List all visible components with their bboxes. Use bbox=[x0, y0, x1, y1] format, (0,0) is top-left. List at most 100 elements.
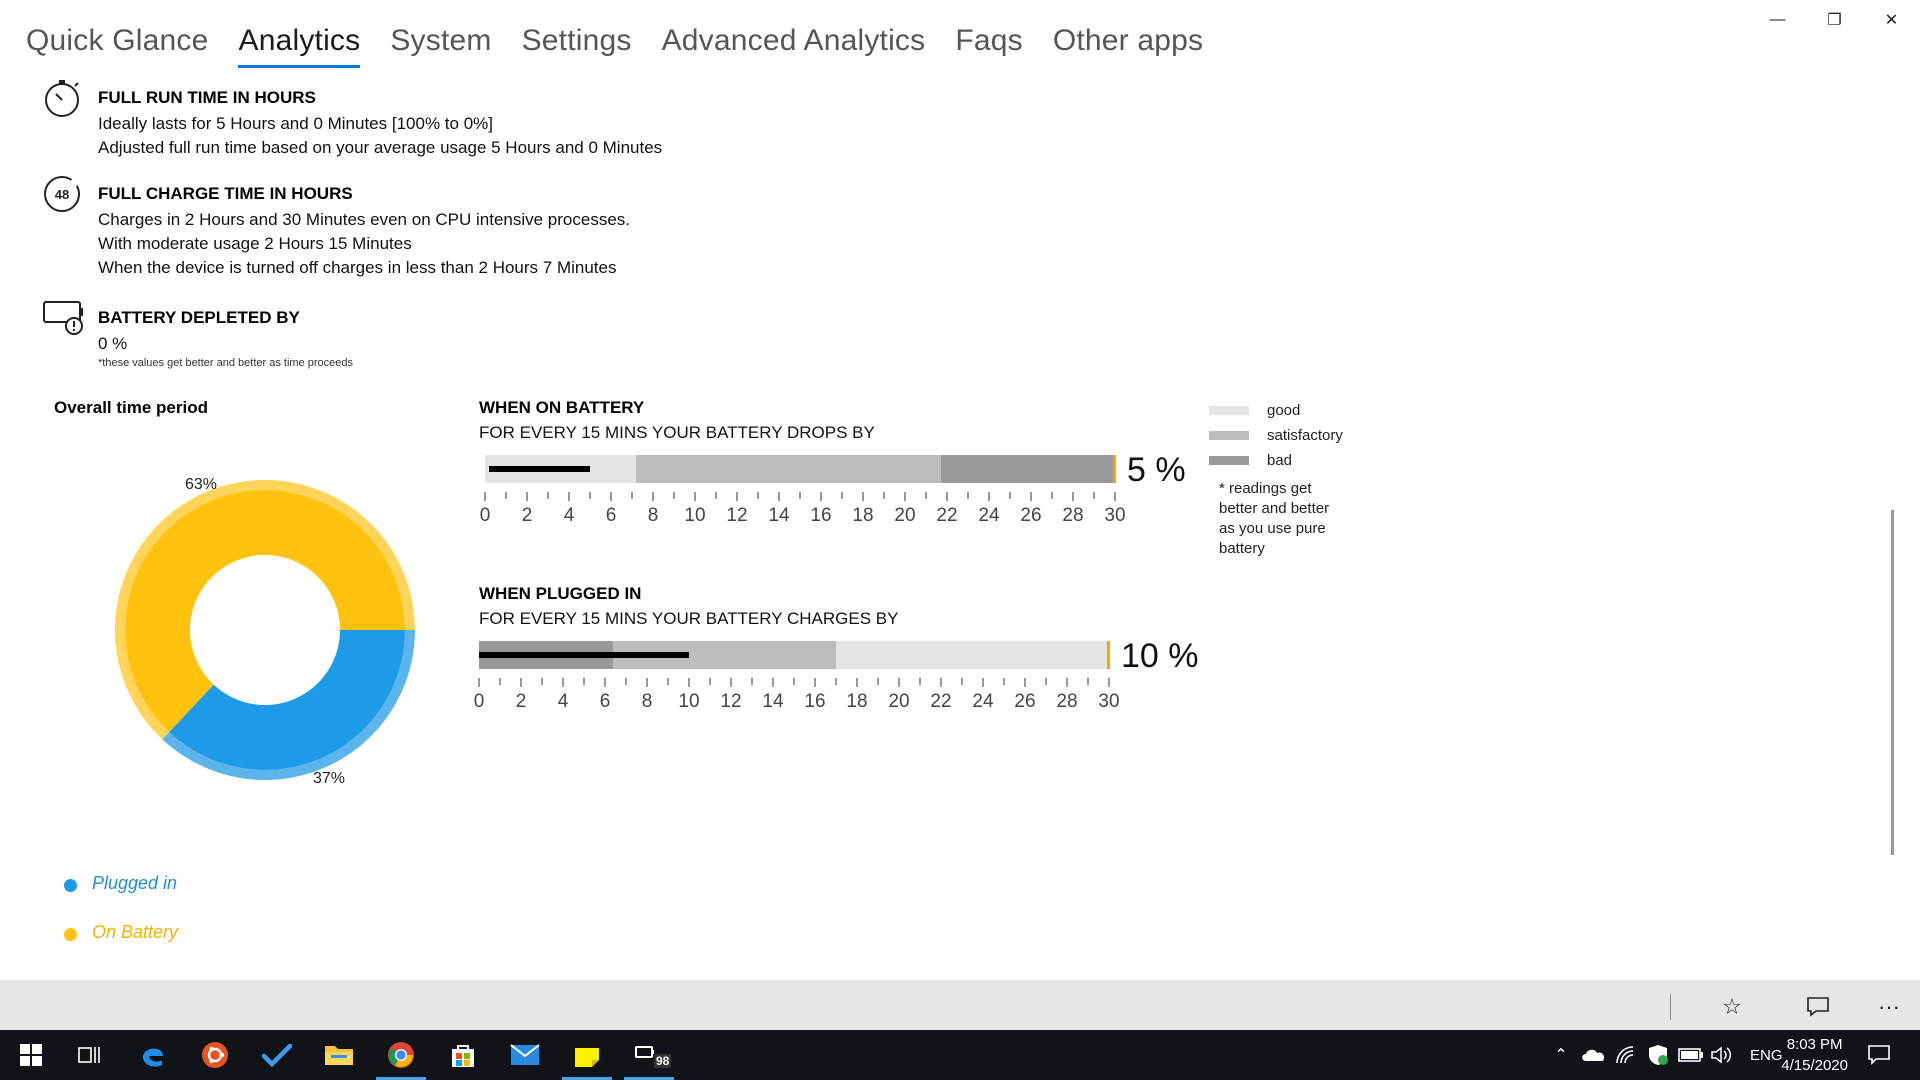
battery-app-button[interactable]: 98 bbox=[618, 1030, 680, 1080]
language-indicator[interactable]: ENG bbox=[1750, 1047, 1783, 1064]
clock[interactable]: 8:03 PM 4/15/2020 bbox=[1781, 1034, 1848, 1076]
legend-note: * readings get better and better as you … bbox=[1219, 480, 1330, 557]
on-battery-gauge-tick bbox=[904, 492, 906, 501]
sticky-notes-icon bbox=[575, 1043, 599, 1067]
plugged-in-gauge-tick bbox=[751, 678, 753, 685]
plugged-in-gauge-tick-label: 18 bbox=[846, 691, 868, 712]
file-explorer-button[interactable] bbox=[308, 1030, 370, 1080]
depleted-note: *these values get better and better as t… bbox=[98, 357, 353, 369]
minimize-button[interactable]: — bbox=[1749, 0, 1806, 40]
donut-slice-plugged-in[interactable] bbox=[169, 630, 405, 770]
on-battery-gauge-tick-label: 16 bbox=[810, 505, 832, 526]
on-battery-gauge-tick-label: 18 bbox=[852, 505, 874, 526]
legend-battery-label: On Battery bbox=[92, 922, 179, 942]
tab-other-apps[interactable]: Other apps bbox=[1053, 24, 1203, 68]
plugged-in-gauge-tick-label: 30 bbox=[1098, 691, 1120, 712]
chrome-button[interactable] bbox=[370, 1030, 432, 1080]
on-battery-title: WHEN ON BATTERY bbox=[479, 398, 645, 417]
plugged-in-gauge-tick-label: 14 bbox=[762, 691, 784, 712]
legend-good-label: good bbox=[1267, 402, 1301, 419]
battery-app-badge: 98 bbox=[654, 1054, 672, 1068]
on-battery-gauge-tick bbox=[841, 492, 843, 499]
plugged-in-gauge-tick bbox=[604, 678, 606, 687]
plugged-in-gauge-tick bbox=[1003, 678, 1005, 685]
on-battery-gauge-tick bbox=[883, 492, 885, 499]
tab-faqs[interactable]: Faqs bbox=[955, 24, 1023, 68]
plugged-in-gauge-tick bbox=[772, 678, 774, 687]
app-command-bar: ☆ ··· bbox=[0, 980, 1920, 1030]
on-battery-gauge-tick-label: 30 bbox=[1104, 505, 1126, 526]
plugged-in-gauge-tick-label: 28 bbox=[1056, 691, 1078, 712]
tab-system[interactable]: System bbox=[390, 24, 491, 68]
plugged-in-gauge-tick bbox=[478, 678, 480, 687]
on-battery-gauge-tick bbox=[1030, 492, 1032, 501]
on-battery-gauge-tick bbox=[526, 492, 528, 501]
vertical-scrollbar[interactable] bbox=[1891, 510, 1894, 855]
legend-bad-swatch bbox=[1209, 456, 1249, 465]
legend-bad-label: bad bbox=[1267, 452, 1293, 469]
volume-icon[interactable] bbox=[1710, 1045, 1734, 1065]
donut-svg bbox=[115, 480, 415, 780]
charge-time-line2: With moderate usage 2 Hours 15 Minutes bbox=[98, 234, 412, 253]
start-button[interactable] bbox=[0, 1030, 62, 1080]
on-battery-gauge-tick bbox=[988, 492, 990, 501]
plugged-in-gauge-tick bbox=[730, 678, 732, 687]
run-time-title: FULL RUN TIME IN HOURS bbox=[98, 88, 316, 107]
ubuntu-button[interactable] bbox=[184, 1030, 246, 1080]
security-shield-icon[interactable] bbox=[1646, 1043, 1670, 1067]
edge-button[interactable] bbox=[122, 1030, 184, 1080]
chrome-icon bbox=[388, 1042, 414, 1068]
action-center-button[interactable] bbox=[1848, 1030, 1910, 1080]
tab-settings[interactable]: Settings bbox=[522, 24, 632, 68]
show-hidden-icons-icon[interactable]: ⌃ bbox=[1548, 1045, 1574, 1065]
plugged-in-gauge-tick bbox=[646, 678, 648, 687]
on-battery-gauge-tick bbox=[505, 492, 507, 499]
on-battery-gauge-tick bbox=[946, 492, 948, 501]
on-battery-gauge-value-text: 5 % bbox=[1127, 451, 1186, 489]
system-tray: ⌃ ENG bbox=[1548, 1030, 1783, 1080]
more-button[interactable]: ··· bbox=[1874, 992, 1904, 1022]
plugged-in-gauge-tick bbox=[1108, 678, 1110, 687]
plugged-in-subtitle: FOR EVERY 15 MINS YOUR BATTERY CHARGES B… bbox=[479, 609, 899, 628]
tab-advanced-analytics[interactable]: Advanced Analytics bbox=[662, 24, 926, 68]
charge-time-line1: Charges in 2 Hours and 30 Minutes even o… bbox=[98, 210, 631, 229]
file-explorer-icon bbox=[325, 1046, 353, 1065]
tab-quick-glance[interactable]: Quick Glance bbox=[26, 24, 208, 68]
plugged-in-gauge-tick bbox=[625, 678, 627, 685]
more-icon: ··· bbox=[1878, 994, 1900, 1019]
on-battery-gauge-tick bbox=[631, 492, 633, 499]
task-view-icon bbox=[78, 1047, 100, 1063]
stopwatch-icon bbox=[42, 78, 82, 118]
close-button[interactable]: ✕ bbox=[1863, 0, 1920, 40]
on-battery-gauge-tick bbox=[568, 492, 570, 501]
edge-icon bbox=[143, 1048, 163, 1067]
feedback-button[interactable] bbox=[1803, 992, 1833, 1022]
todo-button[interactable] bbox=[246, 1030, 308, 1080]
legend-satisfactory-label: satisfactory bbox=[1267, 427, 1343, 444]
restore-button[interactable]: ❐ bbox=[1806, 0, 1863, 40]
plugged-in-gauge-tick-label: 0 bbox=[473, 691, 485, 712]
on-battery-percent-label: 63% bbox=[185, 476, 218, 493]
mail-button[interactable] bbox=[494, 1030, 556, 1080]
wifi-icon[interactable] bbox=[1614, 1044, 1640, 1066]
plugged-in-gauge-tick bbox=[961, 678, 963, 685]
plugged-in-gauge-tick bbox=[562, 678, 564, 687]
plugged-in-gauge-tick bbox=[583, 678, 585, 685]
command-bar-divider bbox=[1670, 994, 1671, 1020]
battery-icon[interactable] bbox=[1678, 1047, 1704, 1063]
sticky-notes-button[interactable] bbox=[556, 1030, 618, 1080]
zone-legend: good satisfactory bad * readings get bet… bbox=[1209, 398, 1349, 559]
tab-analytics[interactable]: Analytics bbox=[238, 24, 361, 68]
pin-button[interactable]: ☆ bbox=[1717, 992, 1747, 1022]
store-button[interactable] bbox=[432, 1030, 494, 1080]
on-battery-gauge-tick bbox=[1093, 492, 1095, 499]
on-battery-gauge-tick bbox=[799, 492, 801, 499]
timer-icon-text: 48 bbox=[55, 187, 69, 202]
battery-warning-icon bbox=[42, 294, 83, 335]
task-view-button[interactable] bbox=[59, 1030, 121, 1080]
plugged-in-gauge-tick bbox=[541, 678, 543, 685]
on-battery-gauge-tick-label: 8 bbox=[647, 505, 659, 526]
legend-good: good bbox=[1209, 398, 1349, 423]
onedrive-icon[interactable] bbox=[1580, 1045, 1610, 1065]
legend-battery-dot bbox=[64, 928, 77, 941]
